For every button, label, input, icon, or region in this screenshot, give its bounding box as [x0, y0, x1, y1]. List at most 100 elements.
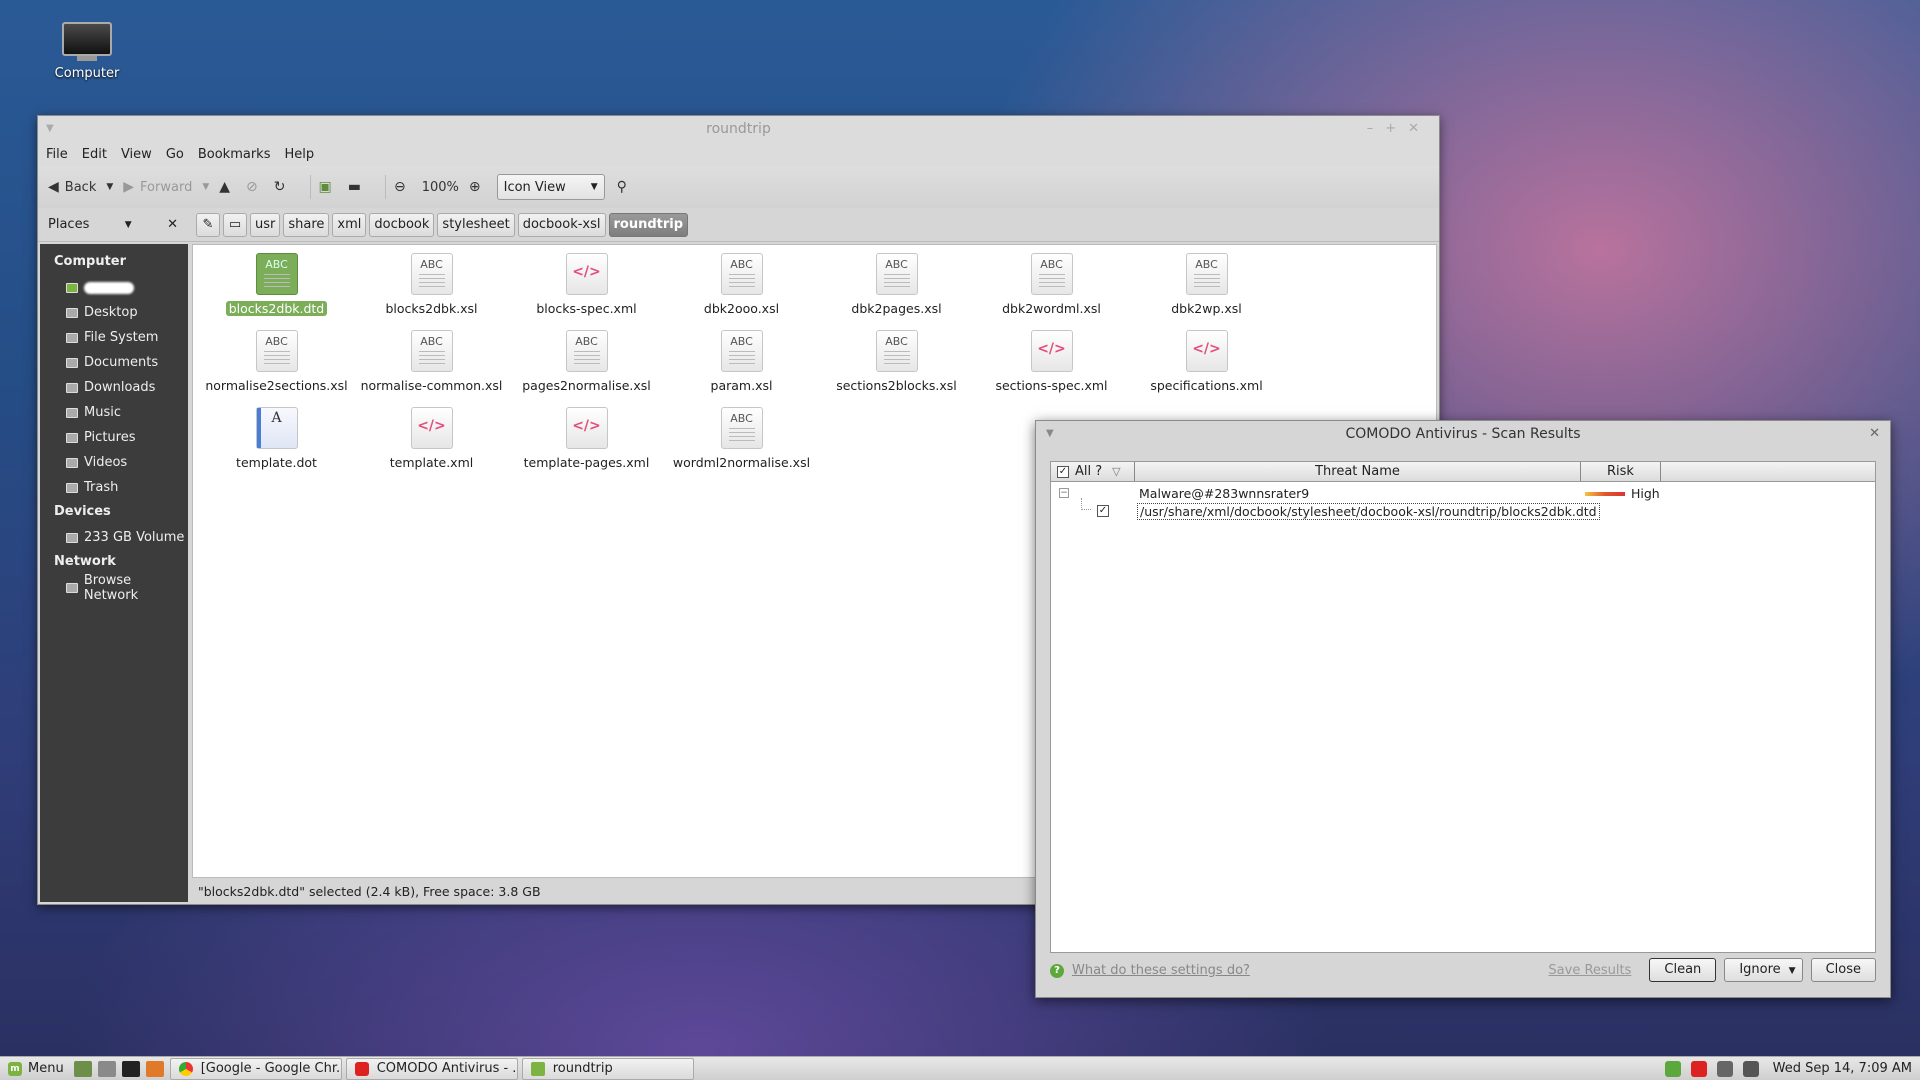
terminal-launcher-icon[interactable] [121, 1060, 140, 1077]
file-item[interactable]: ABC dbk2ooo.xsl [664, 253, 819, 330]
firefox-launcher-icon[interactable] [145, 1060, 164, 1077]
file-item[interactable]: </> blocks-spec.xml [509, 253, 664, 330]
comodo-tray-icon[interactable] [1690, 1060, 1707, 1077]
file-item[interactable]: </> specifications.xml [1129, 330, 1284, 407]
file-item[interactable]: ABC normalise2sections.xsl [199, 330, 354, 407]
up-button[interactable]: ▲ [219, 179, 236, 195]
desktop-computer-icon[interactable]: Computer [52, 22, 122, 81]
menu-view[interactable]: View [121, 147, 152, 162]
file-item[interactable]: ABC dbk2wp.xsl [1129, 253, 1284, 330]
file-item[interactable]: ABC blocks2dbk.xsl [354, 253, 509, 330]
dialog-titlebar[interactable]: ▼ COMODO Antivirus - Scan Results ✕ [1036, 421, 1890, 447]
chevron-down-icon[interactable]: ▼ [202, 182, 209, 192]
zoom-out-button[interactable]: ⊖ [394, 179, 412, 195]
sidebar-item-browse-network[interactable]: Browse Network [40, 573, 188, 603]
select-all-checkbox[interactable]: ✓ [1057, 465, 1069, 478]
file-item[interactable]: </> sections-spec.xml [974, 330, 1129, 407]
close-button[interactable]: Close [1810, 958, 1876, 982]
file-item[interactable]: ABC dbk2wordml.xsl [974, 253, 1129, 330]
xml-file-icon: </> [410, 407, 453, 449]
help-link[interactable]: What do these settings do? [1072, 963, 1250, 978]
reload-button[interactable]: ↻ [274, 179, 292, 195]
file-item[interactable]: Atemplate.dot [199, 407, 354, 484]
sidebar-item-videos[interactable]: Videos [40, 450, 188, 475]
file-item[interactable]: ABC param.xsl [664, 330, 819, 407]
back-button[interactable]: ◀ Back ▼ [48, 179, 113, 195]
column-threat-name[interactable]: Threat Name [1135, 462, 1581, 481]
fm-titlebar[interactable]: ▼ roundtrip –+✕ [38, 116, 1439, 142]
crumb-xml[interactable]: xml [332, 212, 367, 237]
volume-icon[interactable] [1716, 1060, 1733, 1077]
sidebar-item-music[interactable]: Music [40, 400, 188, 425]
threat-file-row[interactable]: ✓ /usr/share/xml/docbook/stylesheet/docb… [1051, 498, 1875, 520]
sidebar-item-home[interactable] [40, 275, 188, 300]
clock[interactable]: Wed Sep 14, 7:09 AM [1773, 1061, 1912, 1076]
file-item[interactable]: ABC dbk2pages.xsl [819, 253, 974, 330]
sidebar-item-pictures[interactable]: Pictures [40, 425, 188, 450]
file-item[interactable]: ABC wordml2normalise.xsl [664, 407, 819, 484]
menu-edit[interactable]: Edit [82, 147, 107, 162]
sidebar-item-documents[interactable]: Documents [40, 350, 188, 375]
network-icon[interactable] [1742, 1060, 1759, 1077]
window-menu-icon[interactable]: ▼ [1046, 421, 1054, 447]
menu-bookmarks[interactable]: Bookmarks [198, 147, 271, 162]
show-desktop-icon[interactable] [73, 1060, 92, 1077]
filter-icon[interactable]: ▽ [1112, 465, 1120, 478]
search-button[interactable]: ⚲ [617, 179, 633, 195]
file-name: specifications.xml [1150, 378, 1263, 393]
close-sidebar-icon[interactable]: ✕ [167, 217, 178, 232]
computer-button[interactable]: ▬ [348, 179, 367, 195]
threat-checkbox[interactable]: ✓ [1097, 505, 1109, 517]
zoom-in-button[interactable]: ⊕ [469, 179, 487, 195]
threat-row[interactable]: − Malware@#283wnnsrater9 High [1051, 486, 1875, 502]
places-selector[interactable]: Places ▼ ✕ [38, 208, 188, 242]
crumb-roundtrip[interactable]: roundtrip [608, 212, 689, 237]
sidebar-header-devices: Devices [54, 504, 111, 519]
shield-icon[interactable] [1664, 1060, 1681, 1077]
clean-button[interactable]: Clean [1649, 958, 1717, 982]
column-risk[interactable]: Risk [1581, 462, 1661, 481]
crumb-share[interactable]: share [283, 212, 330, 237]
start-menu-button[interactable]: m Menu [0, 1061, 74, 1076]
ignore-button[interactable]: Ignore ▼ [1724, 958, 1803, 982]
close-icon[interactable]: ✕ [1869, 421, 1880, 447]
file-item[interactable]: </> template-pages.xml [509, 407, 664, 484]
root-crumb[interactable]: ▭ [223, 212, 247, 237]
sidebar-item-downloads[interactable]: Downloads [40, 375, 188, 400]
sidebar-item-file-system[interactable]: File System [40, 325, 188, 350]
menu-file[interactable]: File [46, 147, 68, 162]
chevron-down-icon[interactable]: ▼ [106, 182, 113, 192]
task-roundtrip[interactable]: roundtrip [521, 1057, 694, 1080]
window-menu-icon[interactable]: ▼ [46, 116, 54, 142]
menu-help[interactable]: Help [284, 147, 314, 162]
file-item[interactable]: ABC blocks2dbk.dtd [199, 253, 354, 330]
task-comodo[interactable]: COMODO Antivirus - ... [345, 1057, 518, 1080]
forward-button[interactable]: ▶ Forward ▼ [123, 179, 209, 195]
edit-location-button[interactable]: ✎ [196, 212, 220, 237]
crumb-docbook-xsl[interactable]: docbook-xsl [517, 212, 606, 237]
column-all[interactable]: ✓ All ? ▽ [1051, 462, 1135, 481]
crumb-stylesheet[interactable]: stylesheet [437, 212, 515, 237]
view-mode-select[interactable]: Icon View ▼ [496, 174, 605, 200]
sidebar-item-desktop[interactable]: Desktop [40, 300, 188, 325]
file-item[interactable]: ABC pages2normalise.xsl [509, 330, 664, 407]
menu-go[interactable]: Go [166, 147, 184, 162]
collapse-icon[interactable]: − [1059, 488, 1069, 498]
sidebar-header-network: Network [54, 554, 116, 569]
stop-button[interactable]: ⊘ [246, 179, 264, 195]
sidebar-item-trash[interactable]: Trash [40, 475, 188, 500]
text-file-icon: ABC [720, 253, 763, 295]
save-results-button[interactable]: Save Results [1548, 963, 1631, 978]
file-item[interactable]: </> template.xml [354, 407, 509, 484]
window-controls[interactable]: –+✕ [1367, 116, 1431, 142]
home-button[interactable]: ▣ [319, 179, 338, 195]
crumb-usr[interactable]: usr [250, 212, 281, 237]
xml-file-icon: </> [1030, 330, 1073, 372]
chevron-down-icon[interactable]: ▼ [1789, 966, 1796, 976]
task-chrome[interactable]: [Google - Google Chr... [169, 1057, 342, 1080]
crumb-docbook[interactable]: docbook [369, 212, 435, 237]
files-launcher-icon[interactable] [97, 1060, 116, 1077]
file-item[interactable]: ABC sections2blocks.xsl [819, 330, 974, 407]
file-item[interactable]: ABC normalise-common.xsl [354, 330, 509, 407]
sidebar-item-volume[interactable]: 233 GB Volume [40, 525, 188, 550]
